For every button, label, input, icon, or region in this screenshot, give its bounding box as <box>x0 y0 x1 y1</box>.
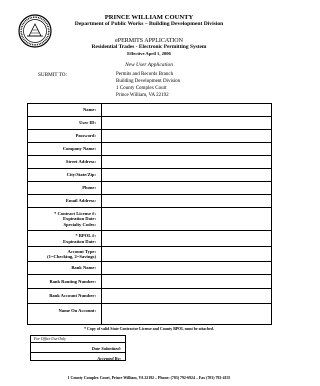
submit-address-line: 1 County Complex Court <box>116 86 167 91</box>
accepted-by-label: Accepted By: <box>97 355 121 361</box>
form-field-label-line: Bank Name: <box>71 265 96 271</box>
form-field-row[interactable]: Email Address: <box>28 195 271 208</box>
submit-address-line: Building Development Division <box>116 79 181 84</box>
form-field-label: Password: <box>76 130 96 142</box>
form-field-label-line: Name On Account: <box>58 308 96 314</box>
form-field-row[interactable]: Name On Account: <box>28 304 271 318</box>
form-field-label-line: Specialty Codes: <box>63 221 96 227</box>
form-field-row[interactable]: * Contract License #: Expiration Date: Spe… <box>28 208 271 231</box>
form-field-label: Phone: <box>82 182 96 194</box>
form-field-label: Bank Routing Number: <box>50 275 96 288</box>
form-field-label: User ID: <box>79 117 96 129</box>
form-field-label: Name On Account: <box>58 304 96 318</box>
date-submitted-field[interactable]: Date Submitted: <box>31 342 125 352</box>
effective-date: Effective April 1, 2006 <box>127 51 171 56</box>
form-field-label-line: Name: <box>82 107 96 113</box>
form-field-label-line: City/State/Zip: <box>66 172 96 178</box>
form-field-label: Email Address: <box>66 195 96 207</box>
form-field-label: Bank Name: <box>71 262 96 274</box>
form-field-label-line: Password: <box>75 133 96 139</box>
office-use-heading: For Office Use Only <box>34 336 66 341</box>
form-field-label-line: Bank Routing Number: <box>49 278 96 284</box>
form-field-label: Account Type: (1=Checking, 2=Savings) <box>47 247 96 261</box>
form-field-label: * BPOL #: Expiration Date: <box>63 231 96 246</box>
form-field-label-line: Company Name: <box>62 146 96 152</box>
office-use-box: For Office Use Only Date Submitted: Acce… <box>30 335 126 361</box>
application-form-table: Name: User ID: Password: Company Name: Stree… <box>27 103 272 325</box>
form-title: New User Application <box>125 62 173 68</box>
form-field-label: Company Name: <box>63 143 96 155</box>
form-field-row[interactable]: User ID: <box>28 117 271 130</box>
form-field-label-line: Street Address: <box>65 159 96 165</box>
attachment-footnote: * Copy of valid State Contractor License… <box>84 327 214 331</box>
form-field-row[interactable]: City/State/Zip: <box>28 169 271 182</box>
submit-address-line: Prince William, VA 22192 <box>116 93 169 98</box>
form-field-label-line: Phone: <box>82 185 96 191</box>
department-name: Department of Public Works – Building De… <box>74 21 224 27</box>
form-field-row[interactable]: Bank Account Number: <box>28 289 271 304</box>
form-field-row[interactable]: Account Type: (1=Checking, 2=Savings) <box>28 247 271 262</box>
form-field-label: Bank Account Number: <box>49 289 96 303</box>
form-field-label-line: Expiration Date: <box>62 238 96 244</box>
form-field-row[interactable]: Phone: <box>28 182 271 195</box>
form-field-row[interactable]: Password: <box>28 130 271 143</box>
contact-footer: 1 County Complex Court, Prince William, … <box>67 376 231 380</box>
form-field-label-line: Email Address: <box>65 198 96 204</box>
form-field-label-line: Bank Account Number: <box>49 293 96 299</box>
form-field-label-line: User ID: <box>79 120 96 126</box>
form-field-row[interactable]: * BPOL #: Expiration Date: <box>28 231 271 247</box>
submit-address-line: Permits and Records Branch <box>116 72 174 77</box>
form-field-row[interactable]: Bank Name: <box>28 262 271 275</box>
submit-to-label: SUBMIT TO: <box>38 72 67 78</box>
form-field-label: City/State/Zip: <box>67 169 96 181</box>
accepted-by-field[interactable]: Accepted By: <box>31 352 125 362</box>
form-field-label: Name: <box>83 104 96 116</box>
form-field-label-line: (1=Checking, 2=Savings) <box>47 254 96 259</box>
form-field-row[interactable]: Name: <box>28 104 271 117</box>
form-field-label: * Contract License #: Expiration Date: Spe… <box>54 208 96 230</box>
form-field-label: Street Address: <box>66 156 96 168</box>
system-title: Residential Trades - Electronic Permitti… <box>91 44 207 50</box>
date-submitted-label: Date Submitted: <box>91 345 121 351</box>
form-field-row[interactable]: Company Name: <box>28 143 271 156</box>
form-field-row[interactable]: Street Address: <box>28 156 271 169</box>
form-field-row[interactable]: Bank Routing Number: <box>28 275 271 289</box>
